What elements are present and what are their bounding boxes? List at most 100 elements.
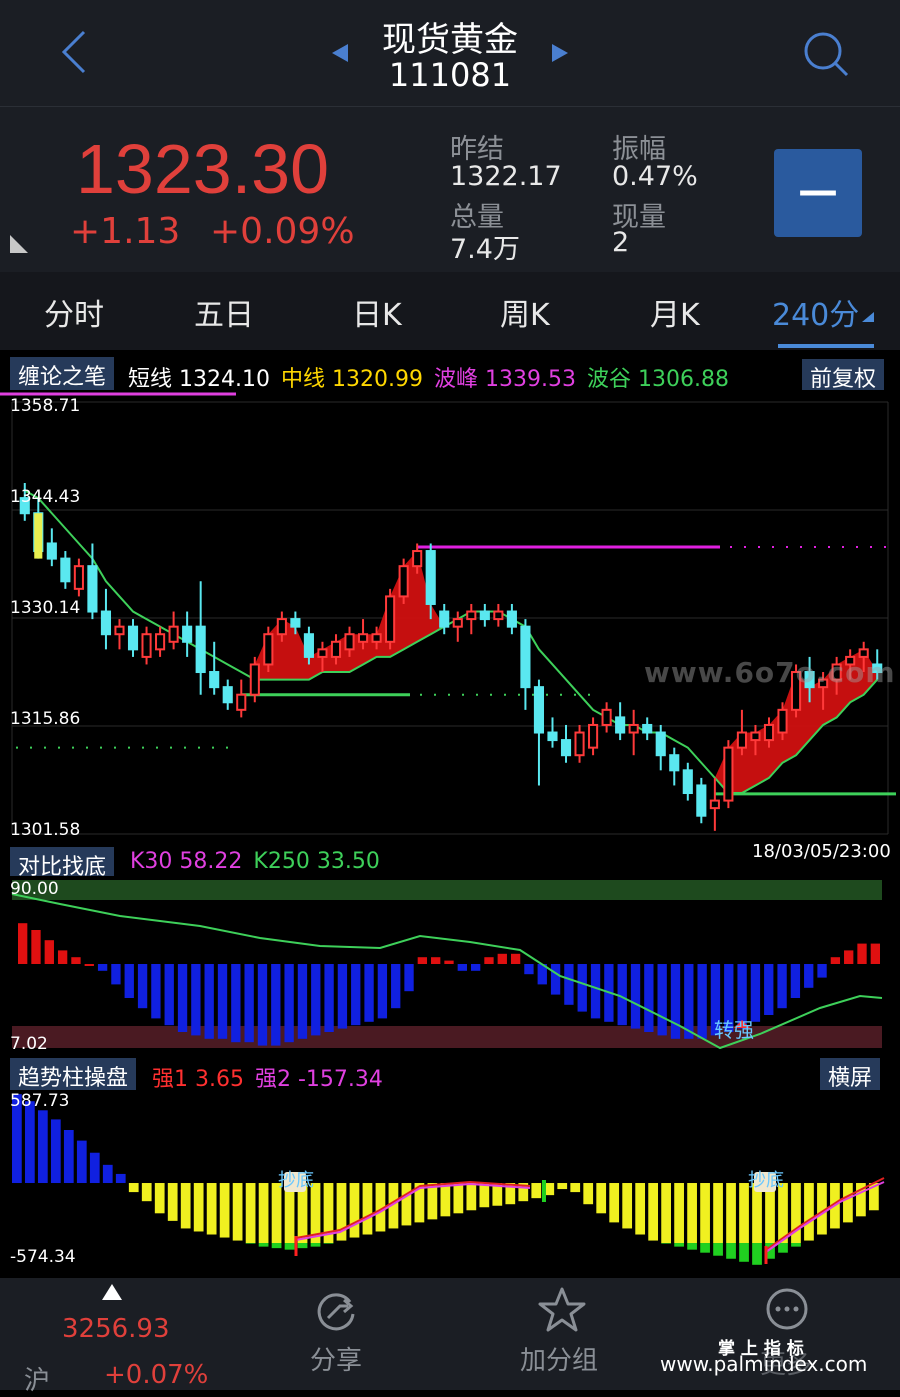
instrument-code: 111081 <box>388 56 512 94</box>
candle-body <box>209 671 220 689</box>
candle-body <box>398 565 409 598</box>
trend-bar-yellow <box>271 1183 282 1244</box>
candle-body <box>777 708 788 734</box>
star-icon[interactable] <box>538 1286 586 1334</box>
trend-bar-yellow <box>141 1183 152 1202</box>
candle-body <box>290 618 301 628</box>
prev-instrument-icon[interactable] <box>330 42 350 64</box>
histogram-bar <box>324 964 334 1032</box>
contrast-bottom-chart[interactable] <box>0 876 900 1056</box>
trend-bar-yellow <box>466 1183 477 1211</box>
candle-body <box>114 625 125 636</box>
k250-label: K250 <box>253 849 310 874</box>
candle-body <box>425 550 436 605</box>
short-line-label: 短线 <box>128 367 173 392</box>
candle-body <box>87 565 98 613</box>
tab-five-day[interactable]: 五日 <box>194 290 254 334</box>
price-change: +1.13 <box>70 211 181 252</box>
remove-watchlist-button[interactable]: — <box>774 149 862 237</box>
quote-panel: 1323.30 +1.13 +0.09% 昨结 1322.17 总量 7.4万 … <box>0 106 900 273</box>
bottom-fishing-annotation: 抄底 <box>748 1170 784 1191</box>
sub2-indicator-label[interactable]: 趋势柱操盘 <box>10 1058 137 1094</box>
more-icon[interactable] <box>764 1286 810 1332</box>
strong2-label: 强2 <box>254 1067 291 1092</box>
candle-body <box>412 550 423 568</box>
trend-bar <box>76 1140 87 1184</box>
tab-240min[interactable]: 240分 <box>772 290 859 334</box>
histogram-bar <box>857 943 867 964</box>
trend-bar-green <box>687 1243 697 1250</box>
page-title: 现货黄金 <box>382 20 518 60</box>
histogram-bar <box>817 964 827 978</box>
candle-body <box>385 595 396 643</box>
histogram-bar <box>18 923 28 964</box>
candle-body <box>141 633 152 658</box>
trend-bar <box>115 1173 126 1184</box>
sub2-values: 强1 3.65 强2 -157.34 <box>152 1061 383 1093</box>
candlestick-chart[interactable] <box>0 390 900 846</box>
histogram-bar <box>364 964 374 1022</box>
histogram-bar <box>444 960 454 964</box>
main-indicator-values: 短线 1324.10 中线 1320.99 波峰 1339.53 波谷 1306… <box>128 361 729 393</box>
trend-bar-yellow <box>440 1183 451 1217</box>
back-icon[interactable] <box>58 28 90 76</box>
histogram-bar <box>137 964 148 1009</box>
candle-body <box>344 633 355 651</box>
trend-bar <box>102 1164 113 1184</box>
trend-bar-yellow <box>570 1183 581 1193</box>
histogram-bar <box>44 940 54 964</box>
histogram-bar <box>577 964 587 1012</box>
trend-bar-yellow <box>206 1183 217 1235</box>
index-name: 沪 <box>24 1366 51 1396</box>
histogram-bar <box>111 964 121 985</box>
prev-close-value: 1322.17 <box>450 161 562 192</box>
index-value[interactable]: 3256.93 <box>62 1314 170 1344</box>
index-change: +0.07% <box>104 1360 209 1390</box>
search-icon[interactable] <box>800 28 852 80</box>
trend-bar-yellow <box>596 1183 607 1214</box>
histogram-bar <box>164 964 174 1026</box>
trend-bar-yellow <box>583 1183 594 1205</box>
trend-bar-green <box>674 1243 684 1247</box>
trend-bar-yellow <box>622 1183 633 1229</box>
expand-up-icon[interactable] <box>100 1282 124 1302</box>
histogram-bar <box>97 964 108 971</box>
share-label[interactable]: 分享 <box>310 1340 362 1377</box>
histogram-bar <box>804 964 814 988</box>
tab-intraday[interactable]: 分时 <box>44 290 104 334</box>
tab-dropdown-icon[interactable] <box>860 310 876 324</box>
k30-value: 58.22 <box>179 849 243 874</box>
current-volume-value: 2 <box>612 227 630 258</box>
candle-body <box>479 610 490 621</box>
histogram-bar <box>71 957 81 964</box>
tab-monthly-k[interactable]: 月K <box>650 290 700 334</box>
landscape-button[interactable]: 横屏 <box>820 1058 881 1094</box>
y-tick-label: 1301.58 <box>10 820 81 840</box>
tab-daily-k[interactable]: 日K <box>352 290 402 334</box>
share-icon[interactable] <box>314 1288 360 1334</box>
add-group-label[interactable]: 加分组 <box>520 1340 598 1377</box>
tab-weekly-k[interactable]: 周K <box>500 290 550 334</box>
histogram-bar <box>31 930 41 964</box>
candle-body <box>601 708 612 726</box>
header-bar: 现货黄金 111081 <box>0 0 900 106</box>
main-indicator-label[interactable]: 缠论之笔 <box>10 357 115 393</box>
k250-value: 33.50 <box>316 849 380 874</box>
y-tick-label: 1358.71 <box>10 396 81 416</box>
last-price: 1323.30 <box>76 130 330 208</box>
trend-bar-green <box>323 1243 334 1244</box>
trend-bar-green <box>713 1243 723 1256</box>
candle-body <box>560 739 572 757</box>
next-instrument-icon[interactable] <box>550 42 570 64</box>
histogram-bar <box>590 964 601 1019</box>
trend-bar-yellow <box>635 1183 646 1235</box>
histogram-bar <box>550 964 561 995</box>
histogram-bar <box>564 964 574 1005</box>
histogram-bar <box>404 964 414 992</box>
candle-body <box>168 625 179 643</box>
histogram-bar <box>497 953 507 964</box>
sub1-y-bottom: 7.02 <box>10 1034 48 1054</box>
trend-bar-yellow <box>193 1183 204 1232</box>
trend-bar-yellow <box>726 1183 736 1244</box>
k30-label: K30 <box>130 849 173 874</box>
